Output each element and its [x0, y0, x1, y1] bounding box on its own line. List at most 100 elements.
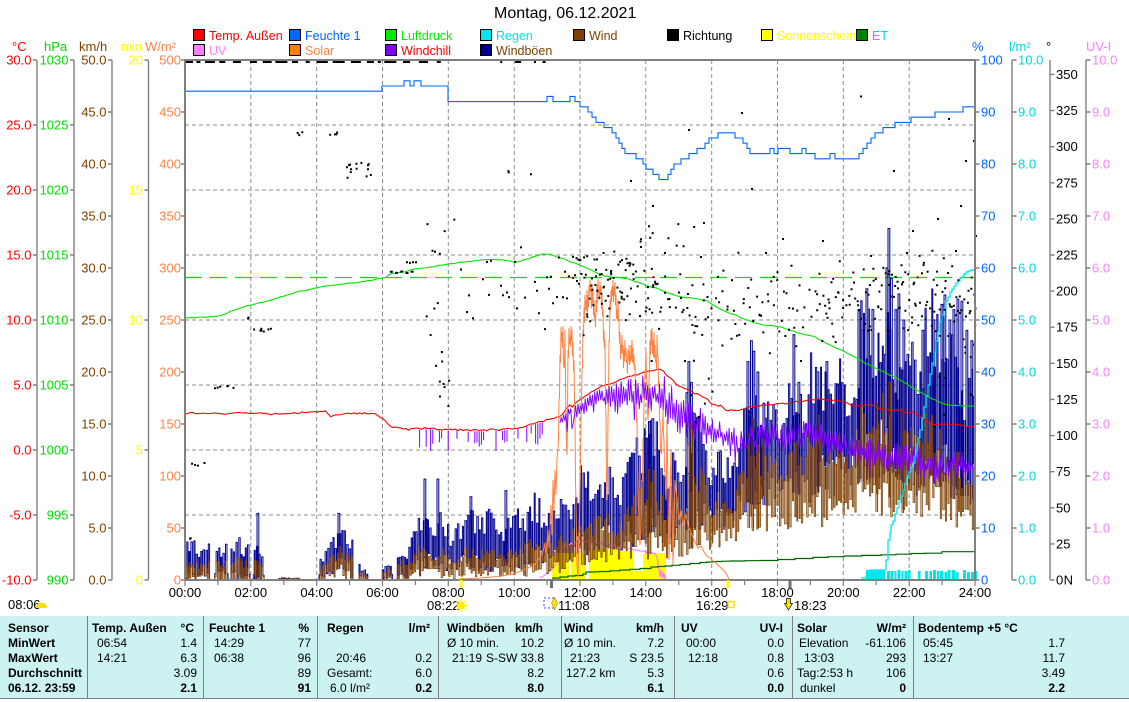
svg-text:2.0: 2.0: [1092, 469, 1110, 484]
svg-text:04:00: 04:00: [300, 585, 333, 600]
svg-text:225: 225: [1056, 248, 1078, 263]
svg-text:275: 275: [1056, 175, 1078, 190]
svg-text:20: 20: [981, 469, 995, 484]
svg-text:250: 250: [1056, 211, 1078, 226]
svg-text:10: 10: [129, 313, 143, 328]
svg-text:0.0: 0.0: [88, 573, 106, 588]
svg-text:450: 450: [159, 105, 181, 120]
svg-text:50.0: 50.0: [81, 53, 106, 68]
svg-text:14:00: 14:00: [630, 585, 663, 600]
svg-text:40: 40: [981, 365, 995, 380]
svg-text:200: 200: [159, 365, 181, 380]
svg-text:24:00: 24:00: [959, 585, 992, 600]
svg-text:175: 175: [1056, 320, 1078, 335]
svg-text:10:00: 10:00: [498, 585, 531, 600]
svg-text:25.0: 25.0: [6, 118, 31, 133]
svg-text:2.0: 2.0: [1018, 469, 1036, 484]
svg-text:990: 990: [47, 573, 69, 588]
svg-text:08:06: 08:06: [8, 597, 41, 612]
svg-text:-5.0: -5.0: [9, 508, 31, 523]
svg-text:9.0: 9.0: [1092, 105, 1110, 120]
svg-text:N: N: [1064, 573, 1073, 588]
svg-text:3.0: 3.0: [1092, 417, 1110, 432]
svg-text:70: 70: [981, 209, 995, 224]
svg-text:500: 500: [159, 53, 181, 68]
svg-text:1000: 1000: [40, 443, 69, 458]
svg-text:-10.0: -10.0: [2, 573, 32, 588]
svg-text:3.0: 3.0: [1018, 417, 1036, 432]
svg-text:8.0: 8.0: [1092, 157, 1110, 172]
svg-text:0: 0: [136, 573, 143, 588]
svg-text:350: 350: [159, 209, 181, 224]
svg-text:30.0: 30.0: [81, 261, 106, 276]
svg-text:10.0: 10.0: [1092, 53, 1117, 68]
svg-text:1020: 1020: [40, 183, 69, 198]
svg-text:995: 995: [47, 508, 69, 523]
svg-text:1015: 1015: [40, 248, 69, 263]
svg-text:10.0: 10.0: [6, 313, 31, 328]
svg-text:100: 100: [159, 469, 181, 484]
svg-text:50: 50: [167, 521, 181, 536]
svg-text:15.0: 15.0: [81, 417, 106, 432]
svg-text:1.0: 1.0: [1092, 521, 1110, 536]
svg-text:00:00: 00:00: [169, 585, 202, 600]
svg-text:25.0: 25.0: [81, 313, 106, 328]
svg-text:200: 200: [1056, 284, 1078, 299]
svg-text:10: 10: [981, 521, 995, 536]
svg-text:7.0: 7.0: [1018, 209, 1036, 224]
svg-text:6.0: 6.0: [1018, 261, 1036, 276]
svg-text:06:00: 06:00: [366, 585, 399, 600]
svg-text:9.0: 9.0: [1018, 105, 1036, 120]
svg-text:0.0: 0.0: [1092, 573, 1110, 588]
svg-text:30: 30: [981, 417, 995, 432]
svg-text:45.0: 45.0: [81, 105, 106, 120]
svg-text:25: 25: [1056, 536, 1070, 551]
svg-text:5: 5: [136, 443, 143, 458]
svg-text:15: 15: [129, 183, 143, 198]
svg-text:0.0: 0.0: [1018, 573, 1036, 588]
svg-text:150: 150: [159, 417, 181, 432]
svg-text:400: 400: [159, 157, 181, 172]
svg-text:150: 150: [1056, 356, 1078, 371]
svg-text:60: 60: [981, 261, 995, 276]
svg-text:7.0: 7.0: [1092, 209, 1110, 224]
svg-text:1010: 1010: [40, 313, 69, 328]
svg-text:30.0: 30.0: [6, 53, 31, 68]
svg-text:20:00: 20:00: [827, 585, 860, 600]
svg-text:1.0: 1.0: [1018, 521, 1036, 536]
svg-text:0: 0: [1056, 573, 1063, 588]
svg-text:02:00: 02:00: [235, 585, 268, 600]
svg-text:22:00: 22:00: [893, 585, 926, 600]
svg-text:90: 90: [981, 105, 995, 120]
svg-text:20.0: 20.0: [6, 183, 31, 198]
svg-text:300: 300: [159, 261, 181, 276]
svg-text:300: 300: [1056, 139, 1078, 154]
svg-text:1030: 1030: [40, 53, 69, 68]
svg-text:1025: 1025: [40, 118, 69, 133]
svg-text:10.0: 10.0: [1018, 53, 1043, 68]
svg-text:100: 100: [1056, 428, 1078, 443]
svg-text:350: 350: [1056, 67, 1078, 82]
svg-text:5.0: 5.0: [1018, 313, 1036, 328]
svg-text:5.0: 5.0: [88, 521, 106, 536]
svg-text:11:08: 11:08: [558, 598, 590, 613]
svg-text:40.0: 40.0: [81, 157, 106, 172]
svg-text:10.0: 10.0: [81, 469, 106, 484]
svg-text:16:29: 16:29: [696, 598, 729, 613]
svg-text:100: 100: [981, 53, 1003, 68]
svg-text:250: 250: [159, 313, 181, 328]
svg-text:35.0: 35.0: [81, 209, 106, 224]
svg-text:6.0: 6.0: [1092, 261, 1110, 276]
svg-text:80: 80: [981, 157, 995, 172]
svg-text:4.0: 4.0: [1018, 365, 1036, 380]
svg-text:75: 75: [1056, 464, 1070, 479]
svg-text:20.0: 20.0: [81, 365, 106, 380]
svg-text:8.0: 8.0: [1018, 157, 1036, 172]
svg-text:15.0: 15.0: [6, 248, 31, 263]
svg-text:18:23: 18:23: [794, 598, 827, 613]
svg-text:50: 50: [981, 313, 995, 328]
svg-text:50: 50: [1056, 500, 1070, 515]
svg-text:4.0: 4.0: [1092, 365, 1110, 380]
svg-text:125: 125: [1056, 392, 1078, 407]
svg-text:5.0: 5.0: [13, 378, 31, 393]
